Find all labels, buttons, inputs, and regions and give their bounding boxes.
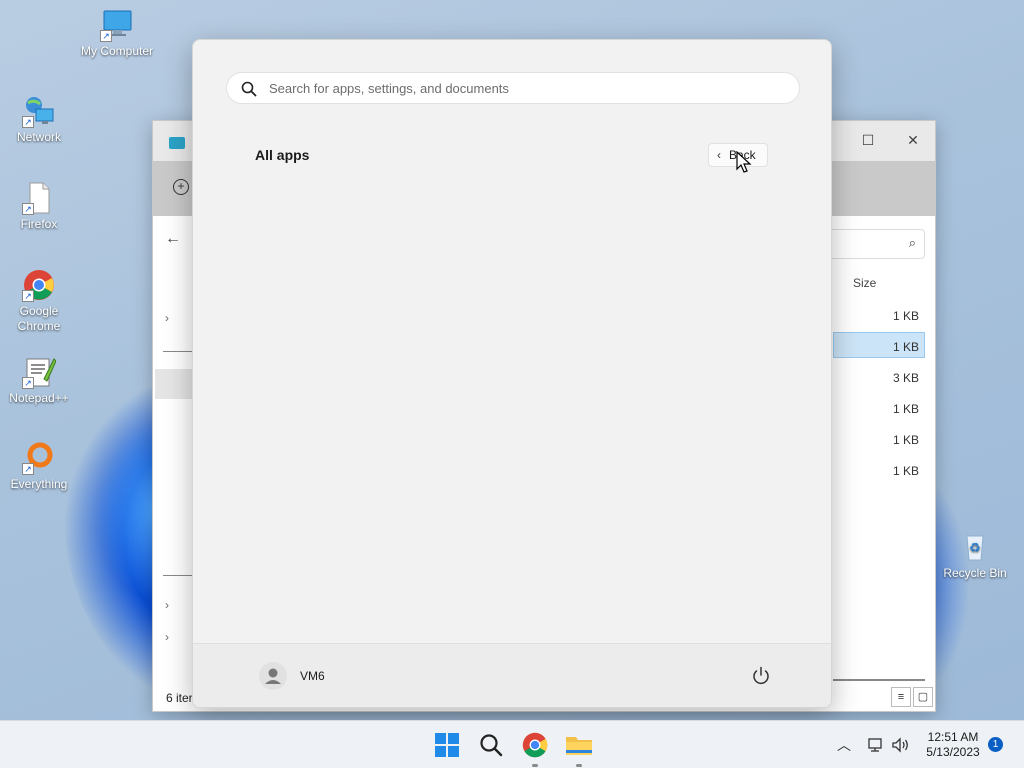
taskbar-clock[interactable]: 12:51 AM 5/13/2023 — [918, 730, 988, 760]
desktop-icon-label: Network — [16, 130, 61, 144]
explorer-search-input[interactable]: ⌕ — [825, 229, 925, 259]
file-size: 1 KB — [892, 464, 919, 478]
desktop-icon-recycle-bin[interactable]: ♻ Recycle Bin — [936, 530, 1014, 581]
svg-text:♻: ♻ — [969, 541, 981, 556]
file-size: 1 KB — [892, 402, 919, 416]
clock-time: 12:51 AM — [927, 730, 979, 744]
notepad-plus-plus-icon: ↗ — [22, 355, 57, 389]
file-size: 3 KB — [892, 371, 919, 385]
chevron-left-icon: ‹ — [717, 148, 721, 162]
mouse-cursor-icon — [736, 151, 752, 173]
maximize-button[interactable]: ☐ — [853, 127, 883, 153]
desktop-icon-google-chrome[interactable]: ↗ Google Chrome — [0, 268, 78, 334]
running-indicator — [576, 764, 582, 767]
desktop-icon-firefox[interactable]: ↗ Firefox — [0, 181, 78, 232]
desktop-icon-label: My Computer — [80, 44, 154, 58]
monitor-icon: ↗ — [100, 8, 134, 42]
nav-divider — [163, 351, 193, 352]
all-apps-heading: All apps — [255, 147, 310, 163]
tiles-view-button[interactable]: ▢ — [913, 687, 933, 707]
file-size: 1 KB — [892, 433, 919, 447]
taskbar-file-explorer-button[interactable] — [563, 729, 595, 767]
start-search-box[interactable] — [226, 72, 800, 104]
network-icon: ↗ — [22, 94, 56, 128]
desktop-icon-everything[interactable]: ↗ Everything — [0, 441, 78, 492]
horizontal-scrollbar[interactable] — [833, 679, 925, 681]
running-indicator — [532, 764, 538, 767]
volume-icon[interactable] — [891, 736, 911, 754]
start-menu: All apps ‹ Back VM6 — [192, 39, 832, 708]
everything-search-icon: ↗ — [22, 441, 56, 475]
expand-chevron-icon[interactable]: › — [165, 630, 169, 644]
explorer-tab-icon — [169, 137, 185, 149]
details-view-button[interactable]: ≡ — [891, 687, 911, 707]
nav-selected-item[interactable] — [155, 369, 195, 399]
new-icon[interactable]: + — [173, 179, 189, 195]
column-header-size[interactable]: Size — [853, 276, 876, 290]
file-size: 1 KB — [892, 340, 919, 354]
expand-chevron-icon[interactable]: › — [165, 311, 169, 325]
user-icon — [265, 668, 281, 684]
power-icon[interactable] — [749, 664, 773, 688]
chrome-icon — [522, 732, 548, 758]
user-avatar[interactable] — [259, 662, 287, 690]
back-arrow-icon[interactable]: ← — [165, 230, 181, 248]
file-icon: ↗ — [22, 181, 56, 215]
show-hidden-icons-chevron-icon[interactable]: ︿ — [837, 735, 851, 755]
recycle-bin-icon: ♻ — [958, 530, 992, 564]
desktop-icon-label: Google Chrome — [17, 304, 61, 333]
network-status-icon[interactable] — [867, 736, 885, 754]
search-icon — [480, 734, 503, 757]
start-button[interactable] — [431, 729, 463, 761]
desktop-icon-label: Recycle Bin — [943, 566, 1007, 580]
item-count: 6 iter — [166, 691, 193, 705]
chrome-icon: ↗ — [22, 268, 56, 302]
desktop-icon-label: Firefox — [20, 217, 58, 231]
start-search-input[interactable] — [269, 73, 789, 103]
file-size: 1 KB — [892, 309, 919, 323]
taskbar-search-button[interactable] — [475, 729, 507, 761]
expand-chevron-icon[interactable]: › — [165, 598, 169, 612]
taskbar: ︿ 12:51 AM 5/13/2023 1 — [0, 720, 1024, 768]
search-icon: ⌕ — [908, 235, 916, 250]
notification-badge[interactable]: 1 — [988, 737, 1003, 752]
desktop-icon-label: Everything — [10, 477, 68, 491]
desktop-icon-network[interactable]: ↗ Network — [0, 94, 78, 145]
close-button[interactable]: ✕ — [898, 127, 928, 153]
windows-logo-icon — [435, 733, 459, 757]
nav-divider — [163, 575, 193, 576]
clock-date: 5/13/2023 — [926, 745, 980, 759]
user-name[interactable]: VM6 — [300, 669, 325, 683]
desktop-icon-notepad-plus-plus[interactable]: ↗ Notepad++ — [0, 355, 78, 406]
desktop-icon-my-computer[interactable]: ↗ My Computer — [78, 8, 156, 59]
taskbar-chrome-button[interactable] — [519, 729, 551, 767]
folder-icon — [566, 737, 592, 755]
desktop-icon-label: Notepad++ — [9, 391, 69, 405]
search-icon — [241, 81, 257, 97]
start-footer: VM6 — [193, 643, 831, 707]
